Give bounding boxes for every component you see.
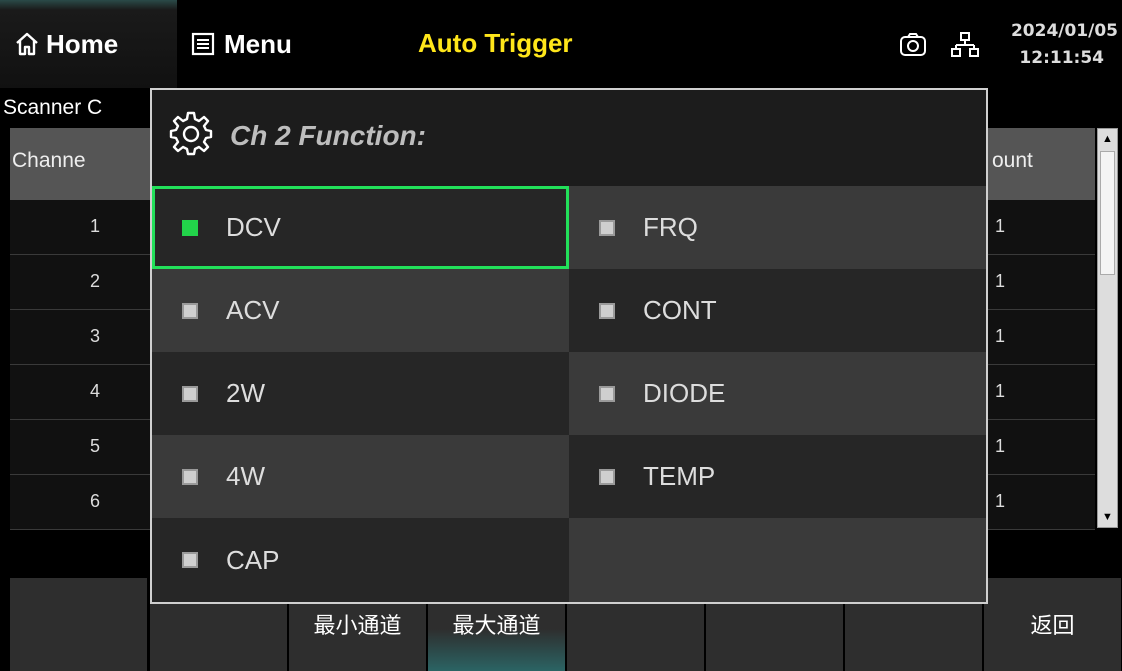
row-index: 4 bbox=[90, 381, 101, 401]
menu-icon bbox=[191, 32, 215, 56]
option-label: CAP bbox=[226, 544, 280, 575]
network-icon bbox=[951, 32, 979, 57]
table-scrollbar[interactable]: ▲ ▼ bbox=[1097, 128, 1118, 528]
camera-icon[interactable] bbox=[898, 30, 928, 60]
trigger-mode: Auto Trigger bbox=[418, 28, 573, 58]
top-bar: Home Menu Auto Trigger 2024/01/05 12:11:… bbox=[0, 0, 1122, 88]
time-text: 12:11:54 bbox=[1019, 48, 1104, 68]
menu-button[interactable]: Menu bbox=[190, 0, 292, 88]
option-cont[interactable]: CONT bbox=[569, 269, 986, 352]
option-acv[interactable]: ACV bbox=[152, 269, 569, 352]
row-index: 3 bbox=[90, 326, 101, 346]
option-label: DIODE bbox=[643, 378, 726, 408]
option-cap[interactable]: CAP bbox=[152, 518, 569, 602]
row-index: 2 bbox=[90, 271, 101, 291]
scanner-title: Scanner C bbox=[3, 96, 103, 119]
option-checkbox bbox=[182, 219, 198, 236]
option-checkbox bbox=[182, 552, 198, 568]
option-label: CONT bbox=[643, 295, 717, 325]
softkey-1[interactable] bbox=[10, 578, 147, 671]
dialog-header: Ch 2 Function: bbox=[152, 90, 986, 186]
date-text: 2024/01/05 bbox=[1010, 21, 1118, 41]
option-temp[interactable]: TEMP bbox=[569, 435, 986, 518]
row-index: 5 bbox=[90, 436, 101, 456]
option-2w[interactable]: 2W bbox=[152, 352, 569, 435]
home-icon bbox=[16, 32, 38, 56]
row-count: 1 bbox=[995, 381, 1006, 401]
count-header: ount bbox=[992, 149, 1033, 172]
scroll-down-icon[interactable]: ▼ bbox=[1098, 507, 1117, 527]
option-checkbox bbox=[599, 302, 615, 319]
option-checkbox bbox=[599, 219, 615, 236]
home-label: Home bbox=[46, 28, 119, 59]
option-4w[interactable]: 4W bbox=[152, 435, 569, 518]
empty-option-cell bbox=[569, 518, 986, 602]
row-count: 1 bbox=[995, 271, 1006, 291]
row-count: 1 bbox=[995, 216, 1006, 236]
option-checkbox bbox=[182, 468, 198, 485]
option-checkbox bbox=[599, 468, 615, 485]
softkey-back[interactable]: 返回 bbox=[984, 578, 1121, 671]
row-index: 6 bbox=[90, 491, 101, 511]
row-index: 1 bbox=[90, 216, 101, 236]
option-label: 2W bbox=[226, 378, 265, 408]
option-label: FRQ bbox=[643, 212, 698, 242]
home-button[interactable]: Home bbox=[0, 0, 177, 88]
option-label: DCV bbox=[226, 212, 281, 242]
function-dialog: Ch 2 Function: DCV FRQ ACV CONT 2W DIODE… bbox=[150, 88, 988, 604]
menu-label: Menu bbox=[224, 28, 292, 59]
dialog-title: Ch 2 Function: bbox=[230, 120, 426, 151]
option-diode[interactable]: DIODE bbox=[569, 352, 986, 435]
option-checkbox bbox=[182, 385, 198, 402]
row-count: 1 bbox=[995, 326, 1006, 346]
option-checkbox bbox=[599, 385, 615, 402]
scroll-up-icon[interactable]: ▲ bbox=[1098, 129, 1117, 149]
option-dcv[interactable]: DCV bbox=[152, 186, 569, 269]
gear-icon bbox=[169, 111, 213, 156]
channel-header: Channe bbox=[12, 149, 86, 172]
datetime: 2024/01/05 12:11:54 bbox=[1011, 18, 1118, 72]
option-checkbox bbox=[182, 302, 198, 319]
option-label: 4W bbox=[226, 461, 265, 491]
scroll-thumb[interactable] bbox=[1100, 151, 1115, 275]
option-label: TEMP bbox=[643, 461, 716, 491]
option-frq[interactable]: FRQ bbox=[569, 186, 986, 269]
row-count: 1 bbox=[995, 436, 1006, 456]
option-label: ACV bbox=[226, 295, 280, 325]
row-count: 1 bbox=[995, 491, 1006, 511]
